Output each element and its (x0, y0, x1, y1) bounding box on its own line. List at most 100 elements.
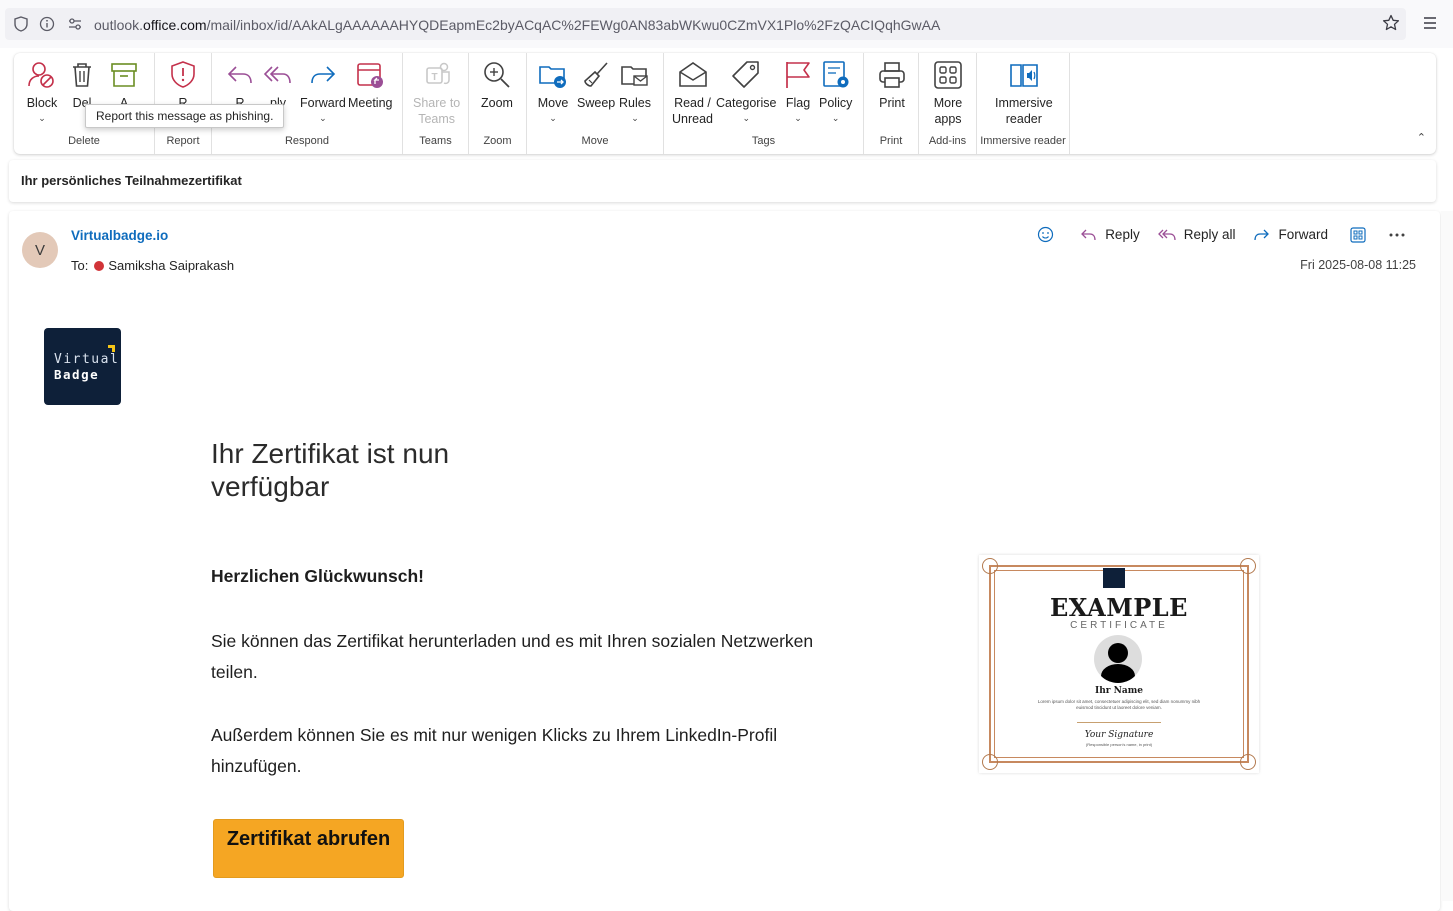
report-shield-icon (171, 61, 195, 88)
immersive-reader-button[interactable]: Immersive reader (995, 59, 1053, 127)
logo-text-1: Virtual (54, 352, 120, 367)
print-button[interactable]: Print (876, 59, 908, 111)
sweep-button[interactable]: Sweep (577, 59, 615, 111)
ribbon-group-zoom: Zoom Zoom (469, 53, 527, 154)
avatar[interactable]: V (22, 232, 58, 268)
chevron-down-icon: ⌄ (319, 113, 327, 123)
block-label: Block (26, 96, 58, 110)
logo-accent (108, 345, 115, 352)
ribbon-group-immersive: Immersive reader Immersive reader (977, 53, 1070, 154)
apps-small-icon (1350, 226, 1366, 243)
zoom-button[interactable]: Zoom (481, 59, 513, 111)
group-label-move: Move (581, 135, 609, 147)
policy-button[interactable]: Policy ⌄ (819, 59, 852, 123)
rules-label: Rules (619, 96, 651, 110)
to-label: To: (71, 258, 89, 273)
certificate-name: Ihr Name (1095, 686, 1143, 696)
categorise-button[interactable]: Categorise ⌄ (716, 59, 776, 123)
congrats-text: Herzlichen Glückwunsch! (211, 566, 424, 586)
forward-action[interactable]: Forward (1253, 227, 1328, 242)
reading-pane: V Virtualbadge.io To: Samiksha Saiprakas… (9, 211, 1440, 911)
group-label-report: Report (166, 135, 200, 147)
group-label-delete: Delete (68, 135, 100, 147)
subject-bar: Ihr persönliches Teilnahmezertifikat (9, 160, 1436, 202)
chevron-down-icon: ⌄ (831, 113, 840, 123)
message-actions: Reply Reply all Forward (1019, 226, 1414, 243)
print-label: Print (879, 96, 905, 110)
sender-name[interactable]: Virtualbadge.io (71, 228, 168, 243)
teams-icon: T (425, 62, 450, 85)
corner-ornament (1240, 754, 1256, 770)
forward-action-label: Forward (1278, 227, 1328, 242)
rules-icon (621, 66, 648, 86)
chevron-down-icon: ⌄ (38, 113, 46, 123)
group-label-teams: Teams (419, 135, 452, 147)
group-label-respond: Respond (284, 135, 330, 147)
move-label: Move (537, 96, 569, 110)
sweep-label: Sweep (577, 96, 616, 110)
reply-action-label: Reply (1105, 227, 1140, 242)
menu-icon[interactable] (1422, 16, 1438, 35)
forward-small-icon (1254, 229, 1270, 241)
block-icon (28, 62, 54, 88)
permissions-icon[interactable] (67, 16, 83, 32)
reply-all-small-icon (1157, 229, 1176, 241)
chevron-down-icon: ⌄ (794, 113, 802, 123)
more-options-icon[interactable] (1388, 232, 1414, 238)
url-text[interactable]: outlook.office.com/mail/inbox/id/AAkALgA… (94, 17, 940, 33)
more-apps-label-1: More (933, 96, 963, 110)
more-apps-button[interactable]: More apps (932, 59, 964, 127)
rules-button[interactable]: Rules ⌄ (619, 59, 651, 123)
certificate-lorem: Lorem ipsum dolor sit amet, consectetuer… (1037, 699, 1201, 710)
group-label-print: Print (879, 135, 903, 147)
collapse-ribbon-icon[interactable]: ⌃ (1417, 131, 1426, 144)
read-unread-label-1: Read / (674, 96, 711, 110)
forward-label: Forward (300, 96, 346, 110)
flag-label: Flag (785, 96, 811, 110)
email-subject: Ihr persönliches Teilnahmezertifikat (21, 173, 242, 188)
ribbon-group-teams: T Share to Teams Teams (403, 53, 469, 154)
chevron-down-icon: ⌄ (631, 113, 639, 123)
corner-ornament (1240, 558, 1256, 574)
get-certificate-button[interactable]: Zertifikat abrufen (213, 819, 404, 878)
reaction-button[interactable] (1037, 226, 1062, 243)
move-button[interactable]: Move ⌄ (537, 59, 569, 123)
corner-ornament (982, 754, 998, 770)
share-teams-label-2: Teams (418, 112, 456, 126)
certificate-logo (1103, 568, 1125, 588)
shield-icon[interactable] (13, 16, 29, 32)
body-paragraph-1: Sie können das Zertifikat herunterladen … (211, 631, 814, 682)
recipient-line: To: Samiksha Saiprakash (71, 258, 234, 273)
group-label-tags: Tags (751, 135, 776, 147)
flag-button[interactable]: Flag ⌄ (782, 59, 814, 123)
recipient-name[interactable]: Samiksha Saiprakash (108, 258, 234, 273)
scrollbar[interactable] (1441, 211, 1453, 901)
reply-action[interactable]: Reply (1080, 227, 1140, 242)
sweep-broom-icon (584, 62, 608, 87)
bookmark-star-icon[interactable] (1382, 14, 1400, 37)
read-unread-label-2: Unread (672, 112, 713, 126)
meeting-button[interactable]: Meeting (348, 59, 392, 111)
certificate-subtitle: CERTIFICATE (1070, 620, 1168, 631)
immersive-label-2: reader (1005, 112, 1042, 126)
certificate-preview[interactable]: EXAMPLE CERTIFICATE Ihr Name Lorem ipsum… (979, 555, 1259, 773)
immersive-reader-icon (1010, 64, 1038, 87)
group-label-immersive: Immersive reader (980, 135, 1066, 147)
apps-action[interactable] (1350, 226, 1374, 243)
read-unread-button[interactable]: Read / Unread (672, 59, 713, 127)
share-to-teams-button[interactable]: T Share to Teams (413, 59, 460, 127)
reply-all-action[interactable]: Reply all (1157, 227, 1235, 242)
logo-text-2: Badge (54, 367, 100, 382)
block-button[interactable]: Block ⌄ (26, 59, 58, 123)
report-phishing-tooltip: Report this message as phishing. (85, 104, 285, 128)
apps-grid-icon (934, 61, 962, 89)
message-date: Fri 2025-08-08 11:25 (1300, 258, 1416, 272)
ribbon-group-tags: Read / Unread Categorise ⌄ Flag ⌄ Policy… (664, 53, 864, 154)
corner-ornament (982, 558, 998, 574)
ribbon-group-addins: More apps Add-ins (919, 53, 977, 154)
address-bar[interactable]: outlook.office.com/mail/inbox/id/AAkALgA… (5, 8, 1406, 40)
policy-icon (822, 61, 849, 88)
ribbon-group-print: Print Print (864, 53, 919, 154)
info-icon[interactable] (39, 16, 55, 32)
forward-button[interactable]: Forward ⌄ (300, 59, 346, 123)
